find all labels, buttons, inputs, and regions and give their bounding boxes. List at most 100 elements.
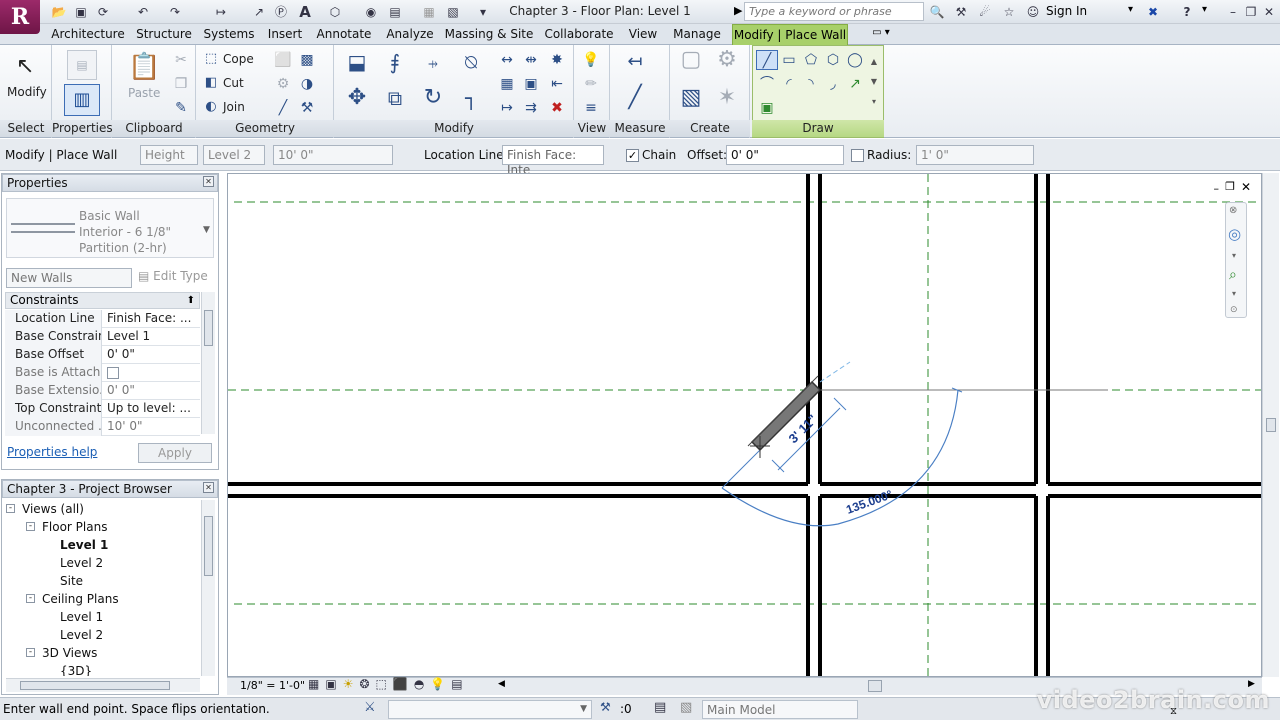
collapse-toggle-icon[interactable]: - <box>6 504 15 513</box>
offset-input[interactable]: 0' 0" <box>726 145 844 165</box>
tab-view[interactable]: View <box>624 24 662 45</box>
close-icon[interactable]: ✕ <box>1260 3 1278 21</box>
favorites-star-icon[interactable]: ☆ <box>1000 3 1018 21</box>
shadows-icon[interactable]: ❂ <box>359 677 375 691</box>
tab-architecture[interactable]: Architecture <box>48 24 128 45</box>
help-icon[interactable]: ? <box>1178 3 1196 21</box>
redo-icon[interactable]: ↷ <box>166 3 184 21</box>
property-row[interactable]: Base is Attach... <box>5 364 200 382</box>
copy-icon[interactable]: ❐ <box>170 74 192 94</box>
base-attached-checkbox[interactable] <box>107 367 119 379</box>
trim-single-icon[interactable]: ↦ <box>496 98 518 118</box>
demolish-icon[interactable]: ⚙ <box>272 74 294 94</box>
collapse-toggle-icon[interactable]: - <box>26 648 35 657</box>
sync-icon[interactable]: ⟳ <box>94 3 112 21</box>
design-option-select[interactable]: Main Model <box>702 700 858 719</box>
floor-plan-drawing[interactable]: 3' 11" 135.000° <box>228 174 1262 677</box>
tag-icon[interactable]: Ⓟ <box>272 3 290 21</box>
browser-hscroll-thumb[interactable] <box>20 681 170 690</box>
tab-analyze[interactable]: Analyze <box>382 24 438 45</box>
nav-bar-options-icon[interactable]: ⊙ <box>1230 305 1238 315</box>
tab-massing-site[interactable]: Massing & Site <box>444 24 534 45</box>
unpin-icon[interactable]: ⇤ <box>546 74 568 94</box>
text-icon[interactable]: A <box>296 3 314 21</box>
offset-icon[interactable]: ⨎ <box>380 52 410 72</box>
project-browser-close-icon[interactable]: ✕ <box>203 482 214 493</box>
canvas-hscroll-thumb[interactable] <box>868 680 882 692</box>
constraints-group-header[interactable]: Constraints ⬆ <box>5 292 200 309</box>
zoom-dropdown-icon[interactable]: ▾ <box>1232 289 1236 298</box>
scale-icon[interactable]: ▣ <box>520 74 542 94</box>
3d-view-icon[interactable]: ⬡ <box>326 3 344 21</box>
property-value[interactable]: 0' 0" <box>103 346 200 364</box>
view-control-icons[interactable]: ▦▣☀❂⬚⬛◓💡▤ <box>308 677 469 691</box>
properties-help-link[interactable]: Properties help <box>7 445 97 459</box>
canvas-scrollbar-vertical[interactable] <box>1262 173 1279 677</box>
tab-annotate[interactable]: Annotate <box>312 24 376 45</box>
rotate-icon[interactable]: ↻ <box>418 87 448 109</box>
property-value[interactable]: 0' 0" <box>103 382 200 400</box>
type-selector[interactable]: Basic Wall Interior - 6 1/8" Partition (… <box>6 198 214 258</box>
paste-button[interactable]: Paste <box>128 86 160 100</box>
aligned-dimension-icon[interactable]: ╱ <box>620 87 650 109</box>
create-parts-icon[interactable]: ▧ <box>676 87 706 109</box>
tab-collaborate[interactable]: Collaborate <box>540 24 618 45</box>
panel-measure-label[interactable]: Measure <box>610 120 670 137</box>
collapse-toggle-icon[interactable]: - <box>26 522 35 531</box>
workset-dropdown-icon[interactable]: ▼ <box>580 704 587 714</box>
property-value[interactable]: Up to level: ... <box>103 400 200 418</box>
browser-scrollbar-vertical[interactable] <box>201 500 215 676</box>
properties-close-icon[interactable]: ✕ <box>203 176 214 187</box>
location-line-select[interactable]: Finish Face: Inte <box>502 145 604 177</box>
visual-style-icon[interactable]: ▣ <box>325 677 342 691</box>
browser-scroll-thumb[interactable] <box>204 516 213 576</box>
view-minimize-icon[interactable]: – <box>1214 182 1220 195</box>
cut-geometry-button[interactable]: Cut <box>223 76 244 90</box>
panel-modify-label[interactable]: Modify <box>334 120 574 137</box>
chain-checkbox[interactable]: ✓ <box>626 149 639 162</box>
section-icon[interactable]: ◉ <box>362 3 380 21</box>
draw-tangent-arc-icon[interactable]: ◝ <box>800 74 822 94</box>
mirror-draw-icon[interactable]: ⍉ <box>456 52 486 72</box>
application-menu-button[interactable]: R <box>0 0 40 34</box>
move-icon[interactable]: ✥ <box>342 87 372 109</box>
array-icon[interactable]: ▦ <box>496 74 518 94</box>
match-properties-icon[interactable]: ✎ <box>170 98 192 118</box>
close-hidden-windows-icon[interactable]: ▤ <box>386 3 404 21</box>
minimize-icon[interactable]: – <box>1224 3 1242 21</box>
open-icon[interactable]: 📂 <box>50 3 68 21</box>
draw-circle-icon[interactable]: ◯ <box>844 50 866 70</box>
browser-scrollbar-horizontal[interactable] <box>6 678 200 692</box>
radius-input[interactable]: 1' 0" <box>916 145 1034 165</box>
draw-circumscribed-polygon-icon[interactable]: ⬡ <box>822 50 844 70</box>
switch-windows-icon[interactable]: ▦ <box>420 3 438 21</box>
restore-icon[interactable]: ❐ <box>1242 3 1260 21</box>
steering-wheel-dropdown-icon[interactable]: ▾ <box>1232 251 1236 260</box>
analytical-model-icon[interactable]: ▤ <box>451 677 468 691</box>
subscription-icon[interactable]: ⚒ <box>952 3 970 21</box>
unconnected-height-field[interactable]: 10' 0" <box>273 145 393 165</box>
sun-path-icon[interactable]: ☀ <box>343 677 360 691</box>
communication-icon[interactable]: ☄ <box>976 3 994 21</box>
editing-requests-icon[interactable]: ▤ <box>654 700 666 715</box>
measure-between-icon[interactable]: ↤ <box>620 52 650 72</box>
workset-select[interactable]: ▼ <box>388 700 592 719</box>
cope-button[interactable]: Cope <box>223 52 254 66</box>
panel-view-label[interactable]: View <box>574 120 610 137</box>
pin-icon[interactable]: ✸ <box>546 50 568 70</box>
panel-geometry-label[interactable]: Geometry <box>196 120 334 137</box>
property-value[interactable]: 10' 0" <box>103 418 200 436</box>
property-row[interactable]: Base Offset 0' 0" <box>5 346 200 364</box>
split-face-icon[interactable]: ▩ <box>296 50 318 70</box>
split-element-icon[interactable]: ↔ <box>496 50 518 70</box>
paste-icon[interactable]: 📋 <box>128 52 160 82</box>
panel-properties-label[interactable]: Properties <box>52 120 113 137</box>
tab-structure[interactable]: Structure <box>134 24 194 45</box>
tab-manage[interactable]: Manage <box>668 24 726 45</box>
pick-faces-icon[interactable]: ▣ <box>756 98 778 118</box>
collapse-toggle-icon[interactable]: - <box>26 594 35 603</box>
draw-line-icon[interactable]: ╱ <box>756 50 778 70</box>
height-level-select[interactable]: Level 2 <box>203 145 265 165</box>
binoculars-icon[interactable]: 🔍 <box>928 3 946 21</box>
design-options-icon[interactable]: ▧ <box>680 700 692 715</box>
